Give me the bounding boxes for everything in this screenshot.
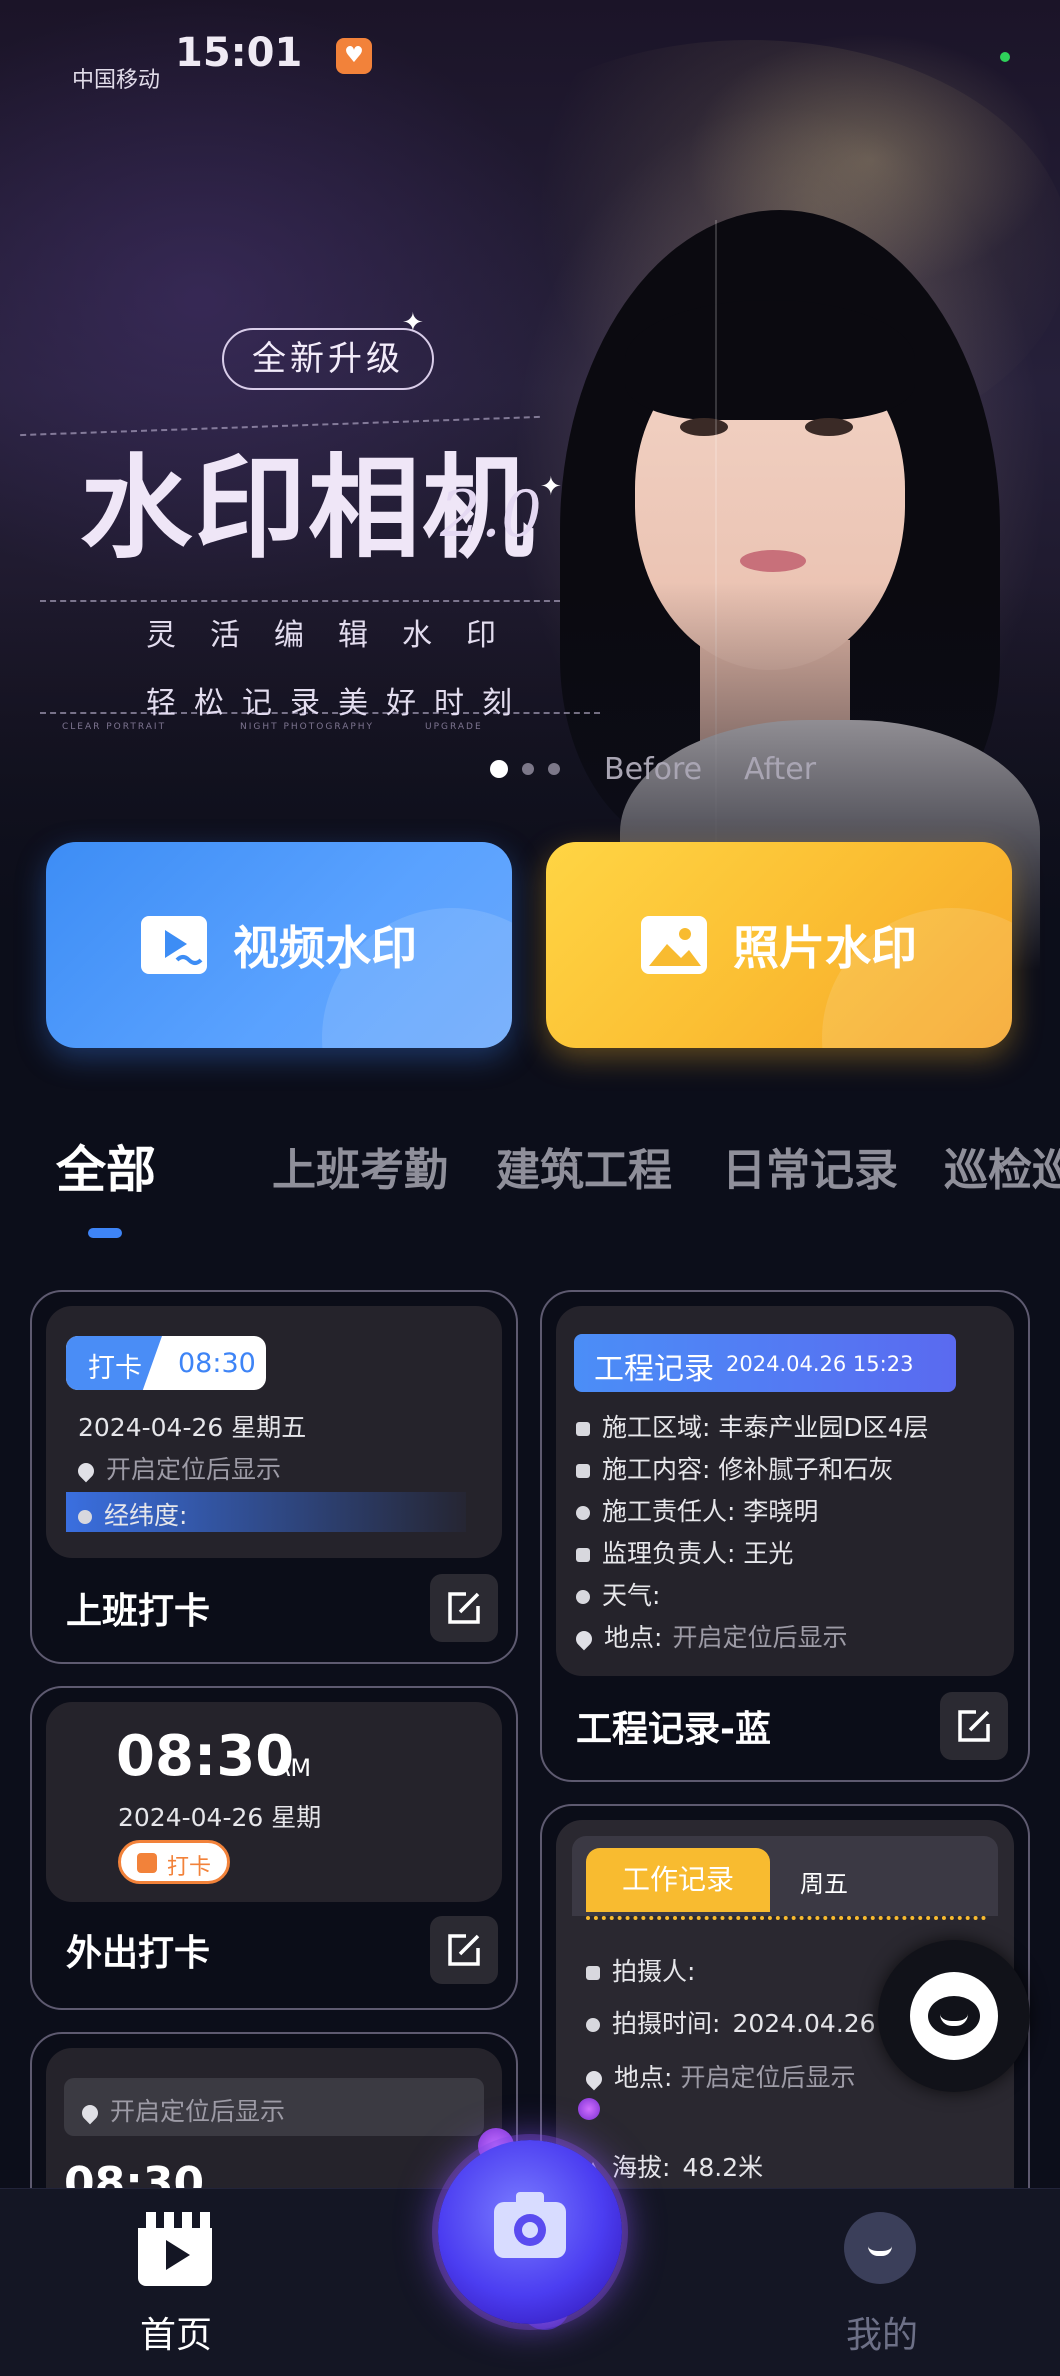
privacy-indicator-icon: [1000, 52, 1010, 62]
engineering-row: 监理负责人: 王光: [576, 1534, 793, 1570]
edit-icon[interactable]: [430, 1916, 498, 1984]
banner-tiny-label: NIGHT PHOTOGRAPHY: [240, 722, 375, 732]
banner-version: 2.0: [440, 478, 542, 552]
tab-daily-record[interactable]: 日常记录: [722, 1134, 898, 1198]
carousel-dots[interactable]: [490, 760, 560, 778]
app-notification-icon: ♥: [336, 38, 372, 74]
cloud-icon: [576, 1590, 590, 1604]
engineering-preview: 工程记录 2024.04.26 15:23 施工区域: 丰泰产业园D区4层 施工…: [556, 1306, 1014, 1676]
template-card-engineering[interactable]: 工程记录 2024.04.26 15:23 施工区域: 丰泰产业园D区4层 施工…: [540, 1290, 1030, 1782]
sparkle-icon: ✦: [540, 472, 562, 502]
location-pin-icon: [572, 1627, 596, 1651]
edit-icon[interactable]: [940, 1692, 1008, 1760]
engineering-row: 施工区域: 丰泰产业园D区4层: [576, 1408, 929, 1444]
card-title: 上班打卡: [66, 1591, 211, 1632]
tab-all[interactable]: 全部: [56, 1130, 156, 1202]
camera-icon: [586, 1966, 600, 1980]
card-title: 外出打卡: [66, 1933, 211, 1974]
location-pin-icon: [582, 2067, 606, 2091]
template-card-outing[interactable]: 08:30 AM 2024-04-26 星期 打卡 外出打卡: [30, 1686, 518, 2010]
engineering-row: 施工内容: 修补腻子和石灰: [576, 1450, 893, 1486]
check-icon: [137, 1853, 157, 1873]
person-icon: [576, 1506, 590, 1520]
sparkle-icon: ✦: [402, 308, 424, 338]
partial-location: 开启定位后显示: [78, 2092, 285, 2128]
engineering-row: 施工责任人: 李晓明: [576, 1492, 818, 1528]
work-altitude: 海拔: 48.2米: [586, 2148, 763, 2184]
status-bar: 中国移动 15:01 ♥: [0, 0, 1060, 93]
engineering-header: 工程记录 2024.04.26 15:23: [574, 1334, 956, 1392]
checkin-tag: 打卡 08:30: [66, 1336, 266, 1390]
globe-icon: [78, 1510, 92, 1524]
camera-shutter-button[interactable]: [438, 2140, 622, 2324]
template-card-checkin[interactable]: 打卡 08:30 2024-04-26 星期五 开启定位后显示 经纬度: 上班打…: [30, 1290, 518, 1664]
location-pin-icon: [74, 1459, 98, 1483]
tab-attendance[interactable]: 上班考勤: [272, 1134, 448, 1198]
video-icon: [141, 916, 207, 974]
worker-icon: [576, 1422, 590, 1436]
banner-subtitle: 轻松记录美好时刻: [146, 686, 530, 721]
outing-time: 08:30: [116, 1724, 295, 1789]
banner-tiny-label: CLEAR PORTRAIT: [62, 722, 167, 732]
work-time: 拍摄时间: 2024.04.26 15:: [586, 2004, 924, 2040]
work-tab: 工作记录: [586, 1848, 770, 1912]
app-screen: { "status_bar":{"carrier":"中国移动","time":…: [0, 0, 1060, 2376]
engineering-row: 天气:: [576, 1576, 660, 1612]
video-watermark-button[interactable]: 视频水印: [46, 842, 512, 1048]
after-label: After: [744, 752, 817, 787]
edit-icon[interactable]: [430, 1574, 498, 1642]
location-pin-icon: [78, 2101, 102, 2125]
clock-icon: [586, 2018, 600, 2032]
customer-service-button[interactable]: [878, 1940, 1030, 2092]
outing-ampm: AM: [274, 1754, 312, 1782]
checkin-coords: 经纬度:: [78, 1496, 187, 1532]
carousel-dot[interactable]: [522, 763, 534, 775]
carrier-label: 中国移动: [72, 68, 161, 93]
status-time: 15:01: [175, 30, 303, 76]
photo-watermark-button[interactable]: 照片水印: [546, 842, 1012, 1048]
photo-icon: [641, 916, 707, 974]
carousel-dot[interactable]: [548, 763, 560, 775]
before-label: Before: [604, 752, 703, 787]
category-tabs: 全部 上班考勤 建筑工程 日常记录 巡检巡: [0, 1130, 1060, 1240]
outing-tag: 打卡: [118, 1840, 230, 1884]
home-clapperboard-icon[interactable]: [138, 2212, 212, 2286]
tab-construction[interactable]: 建筑工程: [496, 1134, 672, 1198]
helmet-icon: [576, 1548, 590, 1562]
engineering-location: 地点: 开启定位后显示: [572, 1618, 847, 1654]
outing-date: 2024-04-26 星期: [118, 1803, 322, 1832]
nav-home-label[interactable]: 首页: [140, 2306, 212, 2358]
tab-inspection[interactable]: 巡检巡: [944, 1134, 1060, 1198]
banner-tiny-label: UPGRADE: [425, 722, 483, 732]
profile-icon[interactable]: [844, 2212, 916, 2284]
work-location: 地点: 开启定位后显示: [582, 2058, 855, 2094]
headset-icon: [910, 1972, 998, 2060]
camera-icon: [494, 2192, 566, 2258]
checkin-date: 2024-04-26 星期五: [78, 1413, 307, 1442]
brush-icon: [576, 1464, 590, 1478]
banner[interactable]: 全新升级 ✦ 水印相机 2.0 ✦ 灵活编辑水印 轻松记录美好时刻 CLEAR …: [0, 0, 1060, 970]
banner-subtitle: 灵活编辑水印: [146, 618, 530, 653]
checkin-preview: 打卡 08:30 2024-04-26 星期五 开启定位后显示 经纬度:: [46, 1306, 502, 1558]
card-title: 工程记录-蓝: [576, 1709, 771, 1750]
work-weekday: 周五: [800, 1870, 848, 1898]
work-photographer: 拍摄人:: [586, 1952, 695, 1988]
checkin-location: 开启定位后显示: [74, 1450, 281, 1486]
tab-indicator: [88, 1228, 122, 1238]
nav-mine-label[interactable]: 我的: [846, 2306, 918, 2358]
outing-preview: 08:30 AM 2024-04-26 星期 打卡: [46, 1702, 502, 1902]
carousel-dot[interactable]: [490, 760, 508, 778]
